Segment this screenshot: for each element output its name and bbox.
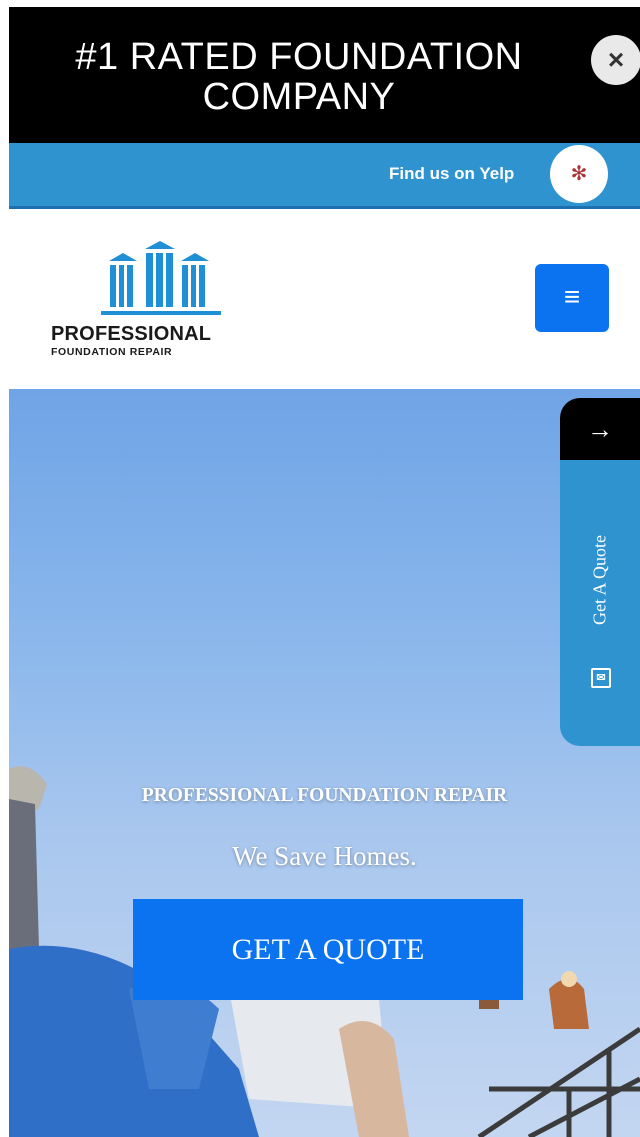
close-icon[interactable]: × [591,35,640,85]
logo-text-secondary: FOUNDATION REPAIR [51,346,173,358]
hero-section: PROFESSIONAL FOUNDATION REPAIR We Save H… [9,389,640,1137]
side-quote-panel[interactable]: Get A Quote ✉ [560,460,640,746]
envelope-icon: ✉ [591,668,611,688]
hamburger-icon: ≡ [563,281,581,312]
logo-icon [101,241,221,315]
page: #1 RATED FOUNDATION COMPANY × Find us on… [9,0,640,1137]
yelp-icon[interactable]: ✻ [550,145,608,203]
logo-text-primary: PROFESSIONAL [51,323,212,345]
logo[interactable]: PROFESSIONAL FOUNDATION REPAIR [51,241,261,361]
menu-button[interactable]: ≡ [535,264,609,332]
side-quote-label: Get A Quote [589,535,610,625]
get-quote-button[interactable]: GET A QUOTE [133,899,523,1000]
arrow-right-icon[interactable]: → [560,398,640,460]
hero-background-image [9,766,640,1137]
promo-title: #1 RATED FOUNDATION COMPANY [75,36,523,118]
hero-subheading: We Save Homes. [232,841,417,871]
side-quote-tab[interactable]: → Get A Quote ✉ [560,398,640,748]
hero-heading: PROFESSIONAL FOUNDATION REPAIR [141,785,508,806]
promo-banner: #1 RATED FOUNDATION COMPANY × [9,7,640,143]
yelp-bar[interactable]: Find us on Yelp [9,143,640,209]
site-header: PROFESSIONAL FOUNDATION REPAIR ≡ [9,209,640,389]
yelp-link[interactable]: Find us on Yelp [389,164,514,184]
